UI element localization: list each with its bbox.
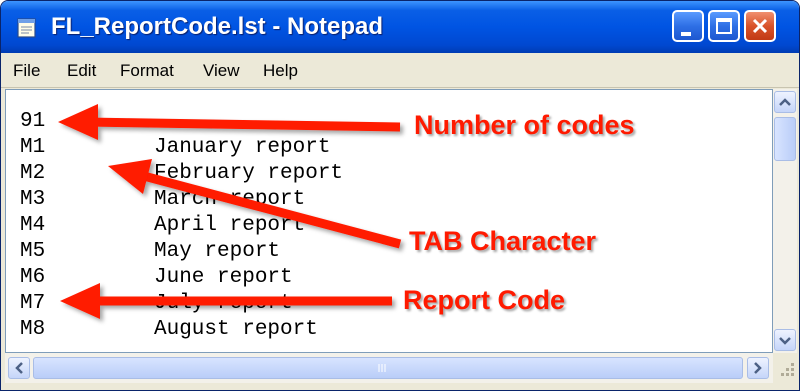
horizontal-scroll-thumb[interactable] bbox=[33, 357, 743, 379]
line-desc: April report bbox=[154, 214, 306, 237]
resize-grip[interactable] bbox=[773, 353, 799, 383]
text-line: M6 June report bbox=[20, 265, 343, 291]
line-desc: May report bbox=[154, 240, 281, 263]
line-desc: July report bbox=[154, 292, 293, 315]
close-button[interactable] bbox=[744, 10, 776, 42]
chevron-down-icon bbox=[779, 337, 791, 345]
minimize-button[interactable] bbox=[672, 10, 704, 42]
scroll-up-button[interactable] bbox=[774, 91, 796, 113]
vertical-scroll-thumb[interactable] bbox=[774, 117, 796, 161]
scroll-left-button[interactable] bbox=[8, 357, 30, 379]
window-title: FL_ReportCode.lst - Notepad bbox=[51, 13, 384, 40]
chevron-left-icon bbox=[15, 362, 23, 374]
menu-file[interactable]: File bbox=[13, 61, 40, 81]
menu-help[interactable]: Help bbox=[263, 61, 298, 81]
menu-view[interactable]: View bbox=[203, 61, 240, 81]
chevron-up-icon bbox=[779, 98, 791, 106]
menu-edit[interactable]: Edit bbox=[67, 61, 96, 81]
annotation-number-of-codes: Number of codes bbox=[414, 110, 635, 140]
text-line: M5 May report bbox=[20, 239, 343, 265]
resize-grip-icon bbox=[781, 363, 794, 376]
menu-format[interactable]: Format bbox=[120, 61, 174, 81]
text-line: 91 bbox=[20, 109, 343, 135]
text-editor[interactable]: 91 M1 January report M2 February report M3… bbox=[5, 89, 773, 353]
chevron-right-icon bbox=[754, 362, 762, 374]
line-code: M6 bbox=[20, 266, 46, 289]
notepad-window: FL_ReportCode.lst - Notepad File Edit Fo… bbox=[0, 0, 800, 391]
line-desc: February report bbox=[154, 162, 344, 185]
line-code: M3 bbox=[20, 188, 46, 211]
close-icon bbox=[752, 18, 768, 34]
line-desc: August report bbox=[154, 318, 318, 341]
line-code: M1 bbox=[20, 136, 46, 159]
line-desc: June report bbox=[154, 266, 293, 289]
grip-lines-icon bbox=[378, 364, 386, 372]
title-bar[interactable]: FL_ReportCode.lst - Notepad bbox=[1, 1, 799, 53]
vertical-scrollbar[interactable] bbox=[773, 89, 797, 353]
notepad-icon bbox=[17, 18, 36, 38]
scroll-down-button[interactable] bbox=[774, 329, 796, 351]
scroll-right-button[interactable] bbox=[747, 357, 769, 379]
text-line: M7 July report bbox=[20, 291, 343, 317]
line-code: 91 bbox=[20, 110, 46, 133]
maximize-button[interactable] bbox=[708, 10, 740, 42]
horizontal-scrollbar[interactable] bbox=[5, 353, 773, 383]
text-line: M1 January report bbox=[20, 135, 343, 161]
line-desc: January report bbox=[154, 136, 331, 159]
maximize-icon bbox=[716, 18, 732, 34]
line-desc: March report bbox=[154, 188, 306, 211]
menu-bar: File Edit Format View Help bbox=[1, 53, 799, 88]
text-line: M4 April report bbox=[20, 213, 343, 239]
line-code: M8 bbox=[20, 318, 46, 341]
text-line: M2 February report bbox=[20, 161, 343, 187]
annotation-report-code: Report Code bbox=[403, 285, 565, 315]
line-code: M5 bbox=[20, 240, 46, 263]
line-code: M4 bbox=[20, 214, 46, 237]
line-code: M2 bbox=[20, 162, 46, 185]
minimize-icon bbox=[681, 32, 691, 36]
text-line: M8 August report bbox=[20, 317, 343, 343]
line-code: M7 bbox=[20, 292, 46, 315]
annotation-tab-character: TAB Character bbox=[409, 226, 597, 256]
text-line: M3 March report bbox=[20, 187, 343, 213]
